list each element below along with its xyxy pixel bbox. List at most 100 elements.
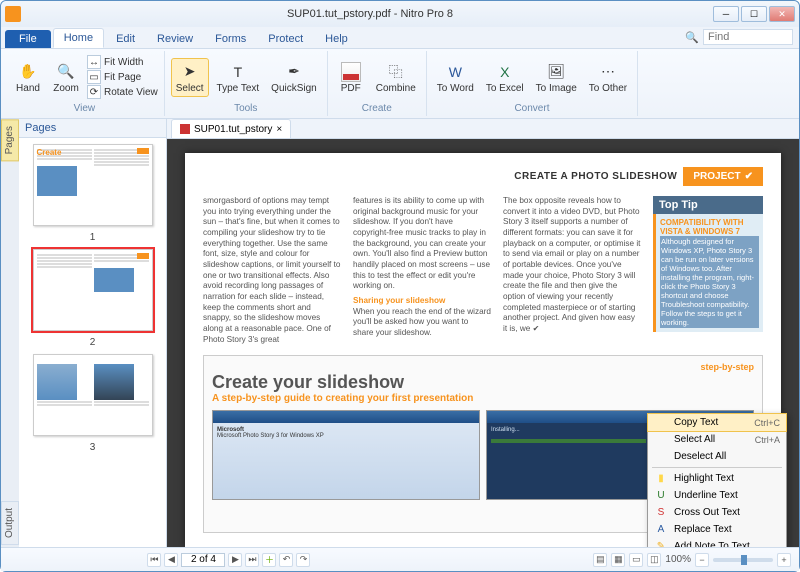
thumbnail-1[interactable]: Create — [33, 144, 153, 226]
subhead-sharing: Sharing your slideshow — [353, 296, 491, 307]
context-menu-item[interactable]: ✎Add Note To Text — [648, 538, 786, 547]
page-number-input[interactable] — [181, 553, 225, 567]
menu-item-icon: ▮ — [654, 473, 668, 484]
window-controls: ─ ☐ ✕ — [713, 6, 795, 22]
context-menu-item[interactable]: Deselect All — [648, 448, 786, 465]
pdf-icon — [340, 61, 362, 83]
context-menu-item[interactable]: AReplace Text — [648, 521, 786, 538]
view-mode-4[interactable]: ◫ — [647, 553, 661, 567]
document-tab[interactable]: SUP01.tut_pstory × — [171, 119, 291, 138]
column-1: smorgasbord of options may tempt you int… — [203, 196, 341, 345]
menu-item-icon: A — [654, 524, 668, 535]
document-tabs: SUP01.tut_pstory × — [167, 119, 799, 139]
menu-item-label: Cross Out Text — [674, 507, 740, 518]
group-tools-label: Tools — [171, 103, 321, 114]
thumbnail-3[interactable] — [33, 354, 153, 436]
to-image-button[interactable]: 🖼To Image — [532, 59, 581, 96]
screenshot-1: MicrosoftMicrosoft Photo Story 3 for Win… — [212, 410, 480, 500]
thumbnail-2[interactable] — [33, 249, 153, 331]
tab-help[interactable]: Help — [315, 30, 358, 48]
prev-page-button[interactable]: ◀ — [164, 553, 178, 567]
ribbon-tab-strip: File Home Edit Review Forms Protect Help… — [1, 27, 799, 49]
last-page-button[interactable]: ⏭ — [245, 553, 259, 567]
tab-forms[interactable]: Forms — [205, 30, 256, 48]
thumbnails-list[interactable]: Create 1 2 3 — [19, 138, 166, 547]
pdf-small-icon — [180, 124, 190, 134]
zoom-in-button[interactable]: + — [777, 553, 791, 567]
menu-item-icon: U — [654, 490, 668, 501]
close-tab-icon[interactable]: × — [276, 124, 282, 135]
fit-page-button[interactable]: ▭Fit Page — [87, 70, 158, 84]
view-mode-3[interactable]: ▭ — [629, 553, 643, 567]
minimize-button[interactable]: ─ — [713, 6, 739, 22]
menu-item-label: Underline Text — [674, 490, 738, 501]
app-icon — [5, 6, 21, 22]
zoom-slider[interactable] — [713, 558, 773, 562]
document-view[interactable]: CREATE A PHOTO SLIDESHOW PROJECT✔ smorga… — [167, 139, 799, 547]
back-view-button[interactable]: ↶ — [279, 553, 293, 567]
zoom-button[interactable]: 🔍Zoom — [49, 59, 83, 96]
view-mode-2[interactable]: ▦ — [611, 553, 625, 567]
tab-edit[interactable]: Edit — [106, 30, 145, 48]
fit-width-icon: ↔ — [87, 55, 101, 69]
first-page-button[interactable]: ⏮ — [147, 553, 161, 567]
context-menu-item[interactable]: ▮Highlight Text — [648, 470, 786, 487]
menu-item-label: Deselect All — [674, 451, 726, 462]
rotate-view-button[interactable]: ⟳Rotate View — [87, 85, 158, 99]
zoom-icon: 🔍 — [55, 61, 77, 83]
fit-width-button[interactable]: ↔Fit Width — [87, 55, 158, 69]
thumbnails-header: Pages — [19, 119, 166, 138]
to-excel-button[interactable]: XTo Excel — [482, 59, 528, 96]
hand-icon: ✋ — [17, 61, 39, 83]
view-mode-1[interactable]: ▤ — [593, 553, 607, 567]
to-other-button[interactable]: ⋯To Other — [585, 59, 631, 96]
tab-home[interactable]: Home — [53, 28, 104, 48]
tab-review[interactable]: Review — [147, 30, 203, 48]
fit-page-icon: ▭ — [87, 70, 101, 84]
top-tip-body: Although designed for Windows XP, Photo … — [660, 236, 759, 328]
group-tools: ➤Select TType Text ✒QuickSign Tools — [165, 51, 328, 116]
combine-icon: ⿻ — [385, 61, 407, 83]
group-create-label: Create — [334, 103, 420, 114]
step-by-step-label: step-by-step — [212, 362, 754, 372]
menu-item-shortcut: Ctrl+A — [755, 435, 780, 445]
context-menu-item[interactable]: Copy TextCtrl+C — [647, 413, 787, 432]
menu-item-icon: S — [654, 507, 668, 518]
search-input[interactable] — [703, 29, 793, 45]
word-icon: W — [444, 61, 466, 83]
close-button[interactable]: ✕ — [769, 6, 795, 22]
select-icon: ➤ — [179, 61, 201, 83]
column-2: features is its ability to come up with … — [353, 196, 491, 345]
rotate-icon: ⟳ — [87, 85, 101, 99]
image-icon: 🖼 — [545, 61, 567, 83]
output-panel-tab[interactable]: Output — [1, 501, 19, 545]
group-view: ✋Hand 🔍Zoom ↔Fit Width ▭Fit Page ⟳Rotate… — [5, 51, 165, 116]
forward-view-button[interactable]: ↷ — [296, 553, 310, 567]
combine-button[interactable]: ⿻Combine — [372, 59, 420, 96]
document-tab-label: SUP01.tut_pstory — [194, 124, 272, 135]
context-menu-item[interactable]: S Cross Out Text — [648, 504, 786, 521]
menu-item-icon: ✎ — [654, 541, 668, 547]
to-word-button[interactable]: WTo Word — [433, 59, 478, 96]
next-page-button[interactable]: ▶ — [228, 553, 242, 567]
type-text-button[interactable]: TType Text — [213, 59, 264, 96]
tab-protect[interactable]: Protect — [258, 30, 313, 48]
zoom-out-button[interactable]: − — [695, 553, 709, 567]
maximize-button[interactable]: ☐ — [741, 6, 767, 22]
zoom-controls: ▤ ▦ ▭ ◫ 100% − + — [593, 553, 791, 567]
pdf-button[interactable]: PDF — [334, 59, 368, 96]
add-page-button[interactable]: ＋ — [262, 553, 276, 567]
hand-button[interactable]: ✋Hand — [11, 59, 45, 96]
pages-panel-tab[interactable]: Pages — [1, 119, 19, 161]
select-button[interactable]: ➤Select — [171, 58, 209, 97]
context-menu: Copy TextCtrl+CSelect AllCtrl+A Deselect … — [647, 413, 787, 547]
group-convert-label: Convert — [433, 103, 631, 114]
file-tab[interactable]: File — [5, 30, 51, 48]
thumbnail-2-number: 2 — [90, 337, 96, 348]
context-menu-item[interactable]: U Underline Text — [648, 487, 786, 504]
context-menu-item[interactable]: Select AllCtrl+A — [648, 431, 786, 448]
quicksign-button[interactable]: ✒QuickSign — [267, 59, 321, 96]
search-box: 🔍 — [685, 29, 793, 45]
search-icon: 🔍 — [685, 31, 699, 44]
other-icon: ⋯ — [597, 61, 619, 83]
